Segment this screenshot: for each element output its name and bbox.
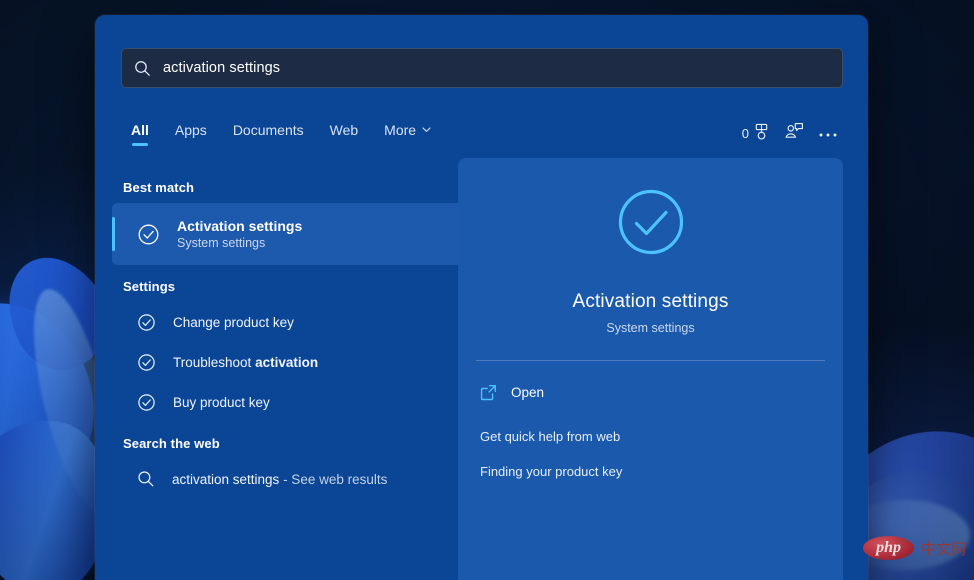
feedback-person-chat-icon	[784, 122, 804, 144]
tab-web-label: Web	[330, 122, 359, 138]
tab-more[interactable]: More	[371, 118, 445, 148]
web-query-text: activation settings	[172, 472, 279, 487]
preview-link-quick-help[interactable]: Get quick help from web	[468, 421, 833, 452]
search-tab-row: All Apps Documents Web More	[118, 112, 845, 154]
check-circle-icon	[137, 353, 156, 372]
web-suffix-text: - See web results	[279, 472, 387, 487]
best-match-title: Activation settings	[177, 218, 302, 234]
search-icon	[137, 470, 155, 488]
rewards-count: 0	[742, 126, 749, 141]
open-external-icon	[480, 384, 497, 401]
desktop: All Apps Documents Web More	[0, 0, 974, 580]
search-box[interactable]	[121, 48, 843, 88]
preview-panel: Activation settings System settings Open…	[458, 158, 843, 580]
tab-documents-label: Documents	[233, 122, 304, 138]
best-match-subtitle: System settings	[177, 236, 302, 250]
preview-open-label: Open	[511, 385, 544, 400]
preview-icon-wrap	[458, 158, 843, 265]
rewards-medal-icon	[753, 123, 770, 144]
rewards-button[interactable]: 0	[735, 118, 777, 149]
search-input[interactable]	[163, 60, 830, 76]
more-options-button[interactable]	[811, 121, 845, 146]
windows-search-panel: All Apps Documents Web More	[95, 15, 868, 580]
chevron-down-icon	[421, 122, 432, 138]
tab-apps[interactable]: Apps	[162, 118, 220, 148]
check-circle-icon	[137, 313, 156, 332]
check-circle-icon	[137, 393, 156, 412]
result-label-highlight: activation	[255, 355, 318, 370]
tab-all[interactable]: All	[118, 118, 162, 148]
preview-link-finding-product-key[interactable]: Finding your product key	[468, 456, 833, 487]
preview-divider	[476, 360, 825, 361]
result-label-plain: Troubleshoot	[173, 355, 255, 370]
preview-subtitle: System settings	[458, 321, 843, 335]
feedback-button[interactable]	[777, 117, 811, 149]
search-icon	[134, 60, 151, 77]
best-match-text: Activation settings System settings	[177, 218, 302, 250]
selection-accent-bar	[112, 217, 115, 251]
preview-title: Activation settings	[458, 291, 843, 313]
preview-open-action[interactable]: Open	[468, 375, 833, 410]
tab-web[interactable]: Web	[317, 118, 372, 148]
ellipsis-icon	[818, 126, 838, 141]
tab-apps-label: Apps	[175, 122, 207, 138]
check-circle-icon	[613, 247, 689, 264]
tab-all-label: All	[131, 122, 149, 138]
tab-documents[interactable]: Documents	[220, 118, 317, 148]
check-circle-icon	[137, 223, 160, 246]
tab-more-label: More	[384, 122, 416, 138]
